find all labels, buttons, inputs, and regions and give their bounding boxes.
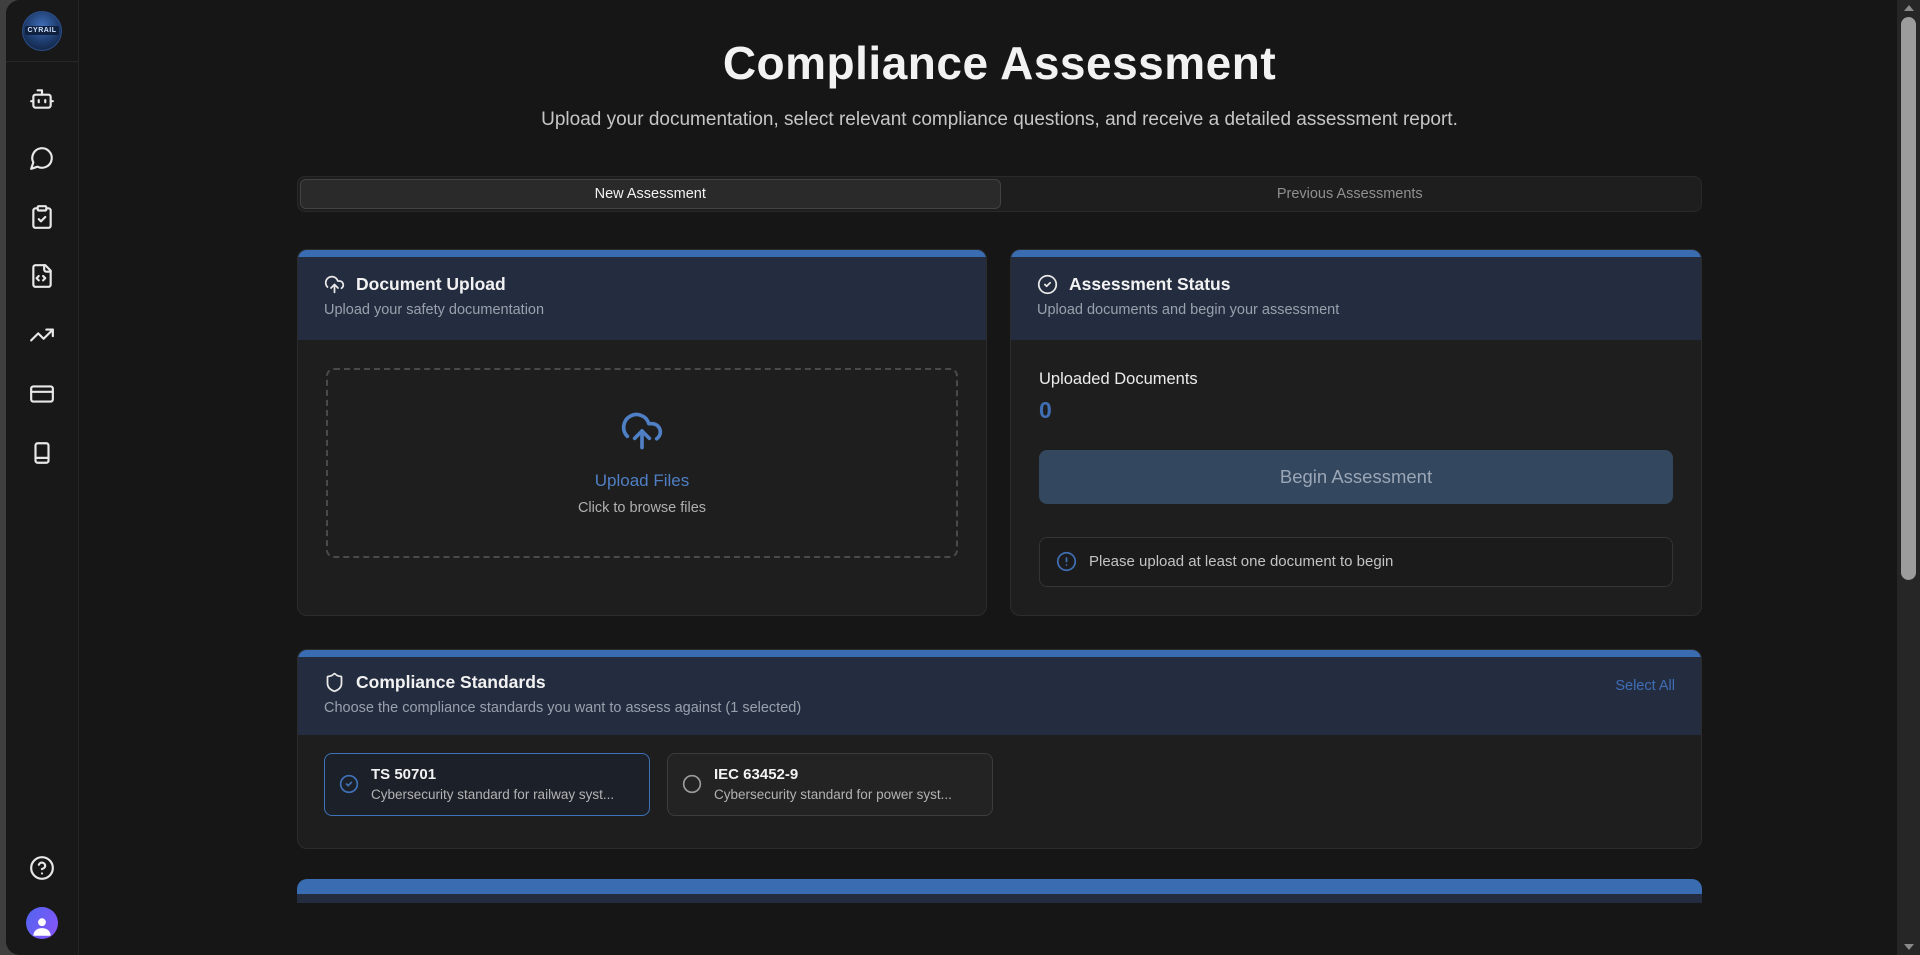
scroll-up-arrow[interactable] xyxy=(1897,1,1920,15)
card-subtitle: Upload your safety documentation xyxy=(324,302,960,318)
assessment-status-header: Assessment Status Upload documents and b… xyxy=(1011,257,1701,340)
uploaded-documents-label: Uploaded Documents xyxy=(1039,370,1673,389)
card-title: Document Upload xyxy=(356,274,506,295)
upload-files-link[interactable]: Upload Files xyxy=(595,471,690,491)
standard-option-iec-63452-9[interactable]: IEC 63452-9 Cybersecurity standard for p… xyxy=(667,753,993,816)
card-header-partial xyxy=(297,894,1702,903)
app-window: CYRAIL xyxy=(6,0,1920,955)
logo-text: CYRAIL xyxy=(25,26,58,35)
help-icon[interactable] xyxy=(29,855,55,881)
sidebar-bottom xyxy=(26,855,58,955)
standard-description: Cybersecurity standard for railway syst.… xyxy=(371,787,614,802)
upload-notice: Please upload at least one document to b… xyxy=(1039,537,1673,587)
scrollbar-thumb[interactable] xyxy=(1901,17,1916,580)
assessment-status-body: Uploaded Documents 0 Begin Assessment Pl… xyxy=(1011,340,1701,587)
card-title: Compliance Standards xyxy=(356,672,546,693)
file-code-icon[interactable] xyxy=(29,263,55,289)
assessment-status-card: Assessment Status Upload documents and b… xyxy=(1010,249,1702,616)
user-avatar[interactable] xyxy=(26,907,58,939)
shield-icon xyxy=(324,672,345,693)
book-icon[interactable] xyxy=(29,440,55,466)
main-content: Compliance Assessment Upload your docume… xyxy=(79,0,1920,955)
uploaded-documents-count: 0 xyxy=(1039,397,1673,424)
chat-icon[interactable] xyxy=(29,145,55,171)
standard-description: Cybersecurity standard for power syst... xyxy=(714,787,952,802)
begin-assessment-button[interactable]: Begin Assessment xyxy=(1039,450,1673,504)
sidebar: CYRAIL xyxy=(6,0,79,955)
standard-name: IEC 63452-9 xyxy=(714,766,952,783)
cloud-upload-icon xyxy=(324,274,345,295)
tab-previous-assessments[interactable]: Previous Assessments xyxy=(1001,179,1700,209)
card-subtitle: Upload documents and begin your assessme… xyxy=(1037,302,1675,318)
tab-new-assessment[interactable]: New Assessment xyxy=(300,179,1001,209)
notice-text: Please upload at least one document to b… xyxy=(1089,553,1393,570)
compliance-standards-card: Compliance Standards Choose the complian… xyxy=(297,649,1702,849)
standards-options: TS 50701 Cybersecurity standard for rail… xyxy=(298,735,1701,834)
trending-up-icon[interactable] xyxy=(29,322,55,348)
check-circle-icon xyxy=(1037,274,1058,295)
document-upload-header: Document Upload Upload your safety docum… xyxy=(298,257,986,340)
compliance-standards-header: Compliance Standards Choose the complian… xyxy=(298,657,1701,735)
scroll-down-arrow[interactable] xyxy=(1897,940,1920,954)
credit-card-icon[interactable] xyxy=(29,381,55,407)
standard-name: TS 50701 xyxy=(371,766,614,783)
assessment-tabs: New Assessment Previous Assessments xyxy=(297,176,1702,212)
clipboard-check-icon[interactable] xyxy=(29,204,55,230)
cards-row: Document Upload Upload your safety docum… xyxy=(297,249,1702,616)
card-accent-strip xyxy=(1011,250,1701,257)
next-section-card-partial xyxy=(297,879,1702,903)
sidebar-nav xyxy=(29,62,55,466)
cyrail-logo[interactable]: CYRAIL xyxy=(22,11,62,51)
check-circle-icon xyxy=(339,774,359,794)
page-subtitle: Upload your documentation, select releva… xyxy=(490,106,1510,134)
card-title: Assessment Status xyxy=(1069,274,1230,295)
document-upload-card: Document Upload Upload your safety docum… xyxy=(297,249,987,616)
select-all-link[interactable]: Select All xyxy=(1615,678,1675,694)
card-accent-strip xyxy=(298,250,986,257)
card-accent-strip xyxy=(298,650,1701,657)
cloud-upload-icon xyxy=(620,409,664,453)
logo-container: CYRAIL xyxy=(6,0,78,62)
card-accent-strip xyxy=(297,879,1702,894)
file-dropzone[interactable]: Upload Files Click to browse files xyxy=(326,368,958,558)
person-icon xyxy=(29,913,55,939)
browse-files-hint: Click to browse files xyxy=(578,500,706,516)
card-subtitle: Choose the compliance standards you want… xyxy=(324,700,801,716)
alert-circle-icon xyxy=(1056,551,1077,572)
bot-icon[interactable] xyxy=(29,86,55,112)
standard-option-ts-50701[interactable]: TS 50701 Cybersecurity standard for rail… xyxy=(324,753,650,816)
page-title: Compliance Assessment xyxy=(297,36,1702,90)
circle-icon xyxy=(682,774,702,794)
vertical-scrollbar[interactable] xyxy=(1897,0,1920,955)
